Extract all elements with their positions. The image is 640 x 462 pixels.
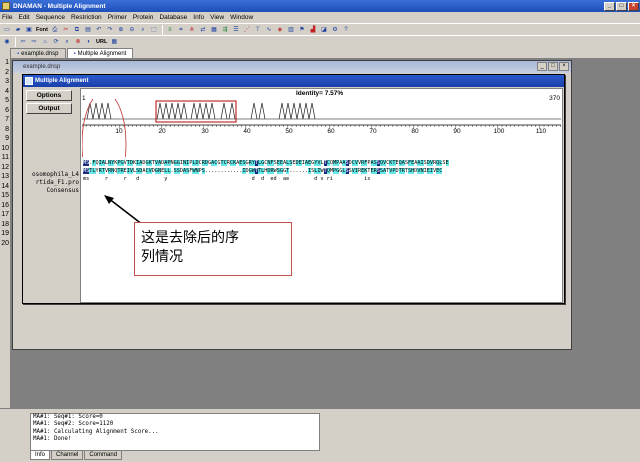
output-panel: MA#1: Seq#1: Score=0 MA#1: Seq#2: Score=… bbox=[0, 408, 640, 462]
annotation-line: 列情况 bbox=[141, 249, 183, 265]
tab-info[interactable]: Info bbox=[30, 451, 51, 460]
annotation-line: 这是去除后的序 bbox=[141, 230, 239, 246]
output-tabs: Info Channel Command bbox=[30, 451, 123, 460]
log-line: MA#1: Calculating Alignment Score... bbox=[33, 428, 159, 435]
log-line: MA#1: Seq#2: Score=1120 bbox=[33, 421, 114, 428]
annotation-callout: 这是去除后的序 列情况 bbox=[134, 222, 292, 276]
callout-arrow bbox=[104, 195, 161, 239]
log-line: MA#1: Seq#1: Score=0 bbox=[33, 414, 103, 420]
log-line: MA#1: Done! bbox=[33, 436, 72, 443]
tab-command[interactable]: Command bbox=[84, 451, 123, 460]
tab-channel[interactable]: Channel bbox=[51, 451, 84, 460]
arrow-head bbox=[104, 195, 114, 204]
output-log[interactable]: MA#1: Seq#1: Score=0 MA#1: Seq#2: Score=… bbox=[30, 413, 320, 451]
